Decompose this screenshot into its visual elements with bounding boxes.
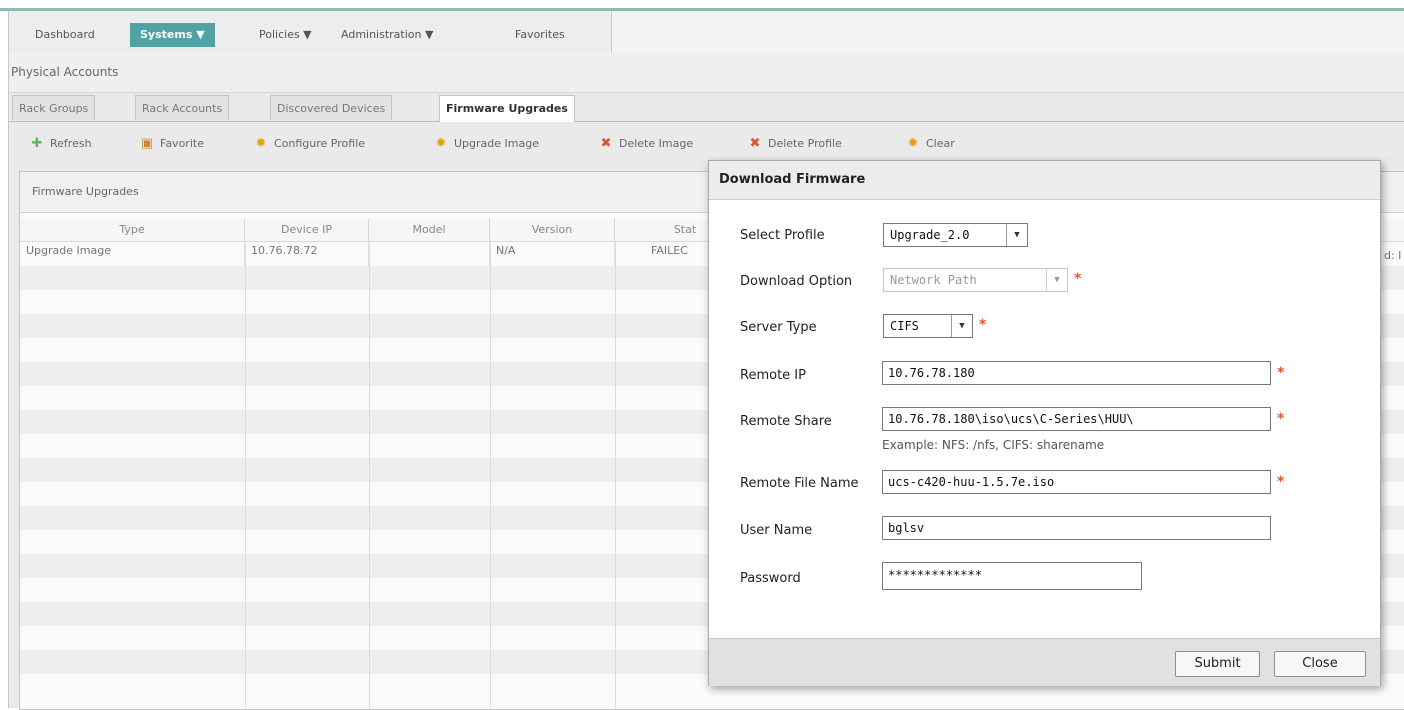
select-profile-dropdown[interactable]: Upgrade_2.0 ▼ — [883, 223, 1028, 247]
remote-share-input[interactable]: 10.76.78.180\iso\ucs\C-Series\HUU\ — [882, 407, 1271, 431]
tab-bar: Rack Groups Rack Accounts Discovered Dev… — [9, 95, 1404, 122]
submit-button[interactable]: Submit — [1175, 651, 1260, 677]
refresh-button[interactable]: ✚ Refresh — [29, 135, 92, 153]
configure-profile-button[interactable]: ✹ Configure Profile — [253, 135, 365, 153]
tab-firmware-upgrades[interactable]: Firmware Upgrades — [439, 95, 575, 122]
server-type-dropdown[interactable]: CIFS ▼ — [883, 314, 973, 338]
delete-icon: ✖ — [749, 136, 761, 151]
favorite-label: Favorite — [160, 137, 204, 150]
required-marker: * — [1277, 411, 1285, 427]
tab-rack-groups[interactable]: Rack Groups — [12, 95, 96, 120]
delete-profile-label: Delete Profile — [768, 137, 842, 150]
tab-rack-accounts[interactable]: Rack Accounts — [135, 95, 230, 120]
delete-image-label: Delete Image — [619, 137, 694, 150]
refresh-icon: ✚ — [31, 136, 43, 151]
column-divider — [245, 242, 246, 709]
menu-favorites[interactable]: Favorites — [505, 23, 575, 47]
tab-discovered-devices[interactable]: Discovered Devices — [270, 95, 393, 120]
breadcrumb-text: Physical Accounts — [11, 65, 119, 79]
delete-profile-button[interactable]: ✖ Delete Profile — [747, 135, 842, 153]
upgrade-image-button[interactable]: ✹ Upgrade Image — [433, 135, 539, 153]
menu-systems[interactable]: Systems ▼ — [130, 23, 215, 47]
cell-model — [369, 242, 490, 266]
delete-icon: ✖ — [600, 136, 612, 151]
chevron-down-icon[interactable]: ▼ — [951, 315, 972, 337]
gear-icon: ✹ — [255, 136, 267, 151]
menu-administration[interactable]: Administration ▼ — [331, 23, 443, 47]
menubar-tabs: Dashboard Systems ▼ Policies ▼ Administr… — [9, 11, 612, 53]
truncated-cell-text: d: I — [1384, 249, 1402, 262]
required-marker: * — [979, 317, 987, 333]
upgrade-image-label: Upgrade Image — [454, 137, 539, 150]
column-divider — [369, 242, 370, 709]
column-divider — [490, 242, 491, 709]
delete-image-button[interactable]: ✖ Delete Image — [598, 135, 694, 153]
column-header-model[interactable]: Model — [369, 219, 490, 241]
clear-label: Clear — [926, 137, 955, 150]
server-type-label: Server Type — [740, 320, 817, 335]
configure-profile-label: Configure Profile — [274, 137, 366, 150]
download-option-dropdown: Network Path ▼ — [883, 268, 1068, 292]
password-input[interactable]: ************* — [882, 562, 1142, 590]
chevron-down-icon: ▼ — [1046, 269, 1067, 291]
remote-file-name-label: Remote File Name — [740, 476, 859, 491]
column-header-type[interactable]: Type — [20, 219, 245, 241]
chevron-down-icon[interactable]: ▼ — [1006, 224, 1027, 246]
remote-share-hint: Example: NFS: /nfs, CIFS: sharename — [882, 438, 1105, 452]
password-label: Password — [740, 571, 801, 586]
menu-policies[interactable]: Policies ▼ — [249, 23, 322, 47]
download-option-label: Download Option — [740, 274, 853, 289]
clear-button[interactable]: ✹ Clear — [905, 135, 955, 153]
menubar: Dashboard Systems ▼ Policies ▼ Administr… — [9, 11, 1404, 55]
column-divider — [615, 242, 616, 709]
download-option-value: Network Path — [890, 273, 977, 287]
dialog-footer: Submit Close — [709, 638, 1380, 686]
download-firmware-dialog: Download Firmware Select Profile Upgrade… — [708, 160, 1381, 686]
cell-type: Upgrade Image — [20, 242, 245, 266]
required-marker: * — [1277, 474, 1285, 490]
gear-icon: ✹ — [907, 136, 919, 151]
menu-dashboard[interactable]: Dashboard — [25, 23, 105, 47]
breadcrumb: Physical Accounts — [9, 54, 1404, 93]
remote-file-name-input[interactable]: ucs-c420-huu-1.5.7e.iso — [882, 470, 1271, 494]
dialog-title: Download Firmware — [709, 161, 1380, 200]
required-marker: * — [1074, 271, 1082, 287]
column-header-device-ip[interactable]: Device IP — [245, 219, 369, 241]
cell-device-ip: 10.76.78.72 — [245, 242, 369, 266]
remote-ip-label: Remote IP — [740, 368, 806, 383]
remote-share-label: Remote Share — [740, 414, 832, 429]
user-name-input[interactable]: bglsv — [882, 516, 1271, 540]
toolbar: ✚ Refresh ▣ Favorite ✹ Configure Profile ✹ U… — [9, 123, 1404, 161]
user-name-label: User Name — [740, 523, 813, 538]
refresh-label: Refresh — [50, 137, 92, 150]
gear-icon: ✹ — [435, 136, 447, 151]
required-marker: * — [1277, 365, 1285, 381]
select-profile-label: Select Profile — [740, 228, 825, 243]
column-header-version[interactable]: Version — [490, 219, 615, 241]
top-accent-strip — [0, 0, 1404, 11]
favorite-button[interactable]: ▣ Favorite — [139, 135, 204, 153]
cell-version: N/A — [490, 242, 615, 266]
select-profile-value: Upgrade_2.0 — [890, 228, 970, 242]
favorite-icon: ▣ — [140, 136, 154, 151]
close-button[interactable]: Close — [1274, 651, 1366, 677]
remote-ip-input[interactable]: 10.76.78.180 — [882, 361, 1271, 385]
server-type-value: CIFS — [890, 319, 919, 333]
